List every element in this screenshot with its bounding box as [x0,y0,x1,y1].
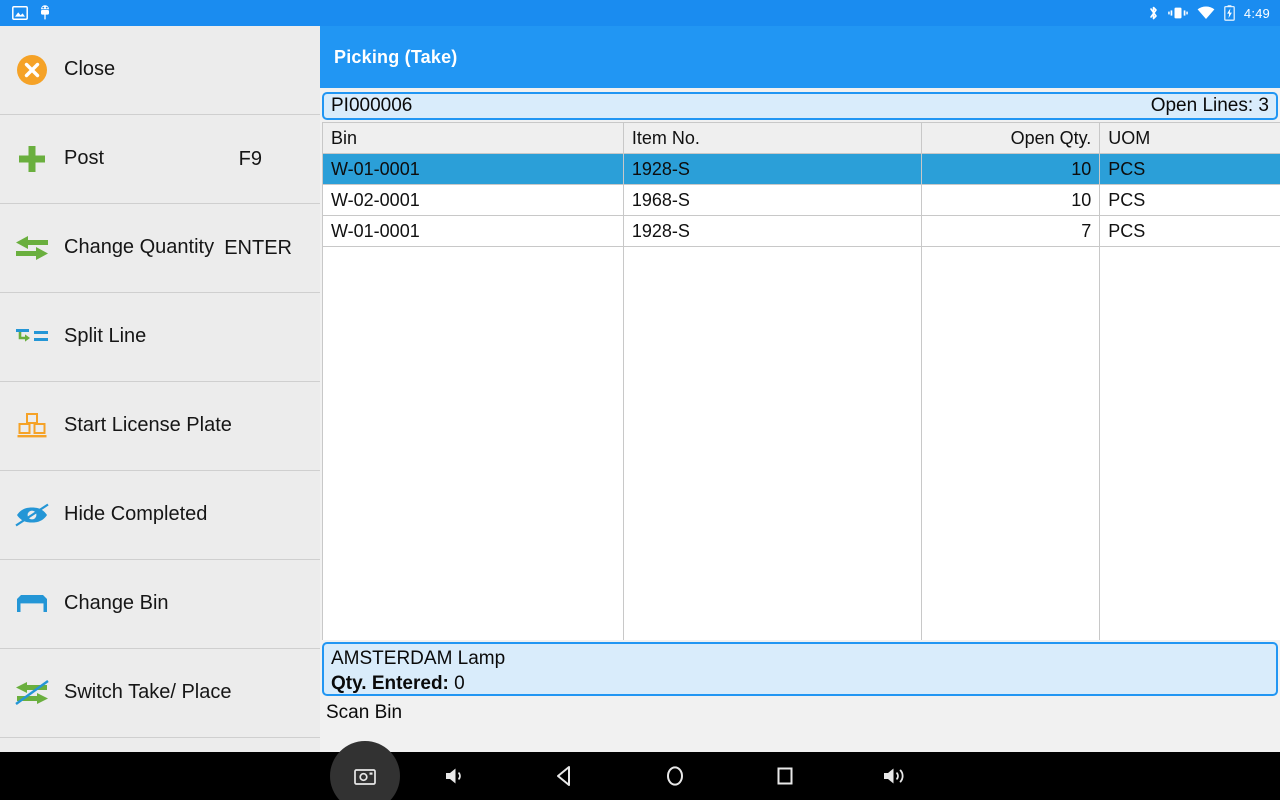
sidebar-item-change-quantity[interactable]: Change Quantity ENTER [0,204,320,293]
lines-table: Bin Item No. Open Qty. UOM W-01-0001 192… [323,123,1280,640]
plus-icon [10,137,54,181]
license-plate-icon [10,404,54,448]
status-bar-right-icons: 4:49 [1148,5,1280,21]
main-content: Picking (Take) PI000006 Open Lines: 3 Bi… [320,26,1280,752]
sidebar-item-start-license-plate[interactable]: Start License Plate [0,382,320,471]
sidebar-item-split-line[interactable]: Split Line [0,293,320,382]
sidebar-item-close[interactable]: Close [0,26,320,115]
sidebar-item-label: Start License Plate [64,414,232,437]
document-id-value: PI000006 [331,95,413,116]
app-bar: Picking (Take) [320,26,1280,88]
volume-down-icon[interactable] [400,752,510,800]
cell-open-qty: 10 [921,184,1101,216]
cell-item-no: 1928-S [623,215,923,247]
sidebar-item-label: Change Bin [64,592,169,615]
swap-horizontal-icon [10,226,54,270]
switch-take-place-icon [10,671,54,715]
item-description: AMSTERDAM Lamp [331,648,506,669]
android-debug-icon [38,5,52,21]
sidebar-item-label: Change Quantity [64,236,215,259]
item-info-panel: AMSTERDAM Lamp Qty. Entered: 0 [322,642,1278,696]
empty-cell [623,246,923,640]
column-header-open-qty[interactable]: Open Qty. [921,123,1101,154]
open-lines-label: Open Lines: 3 [1150,95,1269,116]
bluetooth-icon [1148,5,1159,21]
screenshot-icon [12,6,28,20]
qty-entered-label: Qty. Entered: [331,673,449,694]
column-header-bin[interactable]: Bin [323,123,624,154]
cell-uom: PCS [1099,153,1280,185]
sidebar-item-label: Post [64,147,105,170]
android-navigation-bar [0,741,1280,800]
eye-off-icon [10,493,54,537]
cell-item-no: 1928-S [623,153,923,185]
sidebar-item-shortcut: ENTER [224,236,292,259]
column-header-uom[interactable]: UOM [1099,123,1280,154]
app-root: 4:49 Close Post F9 Change Quantity ENTER [0,0,1280,800]
cell-bin: W-02-0001 [323,184,624,216]
status-bar-left-icons [0,5,52,21]
sidebar-item-label: Switch Take/ Place [64,681,232,704]
volume-up-icon[interactable] [840,752,950,800]
home-icon[interactable] [620,752,730,800]
bin-icon [10,582,54,626]
cell-uom: PCS [1099,184,1280,216]
table-empty-area [323,246,1280,640]
cell-open-qty: 7 [921,215,1101,247]
table-row[interactable]: W-01-0001 1928-S 10 PCS [323,153,1280,185]
close-circle-icon [10,48,54,92]
back-icon[interactable] [510,752,620,800]
cell-open-qty: 10 [921,153,1101,185]
empty-cell [921,246,1101,640]
empty-cell [323,246,624,640]
cell-bin: W-01-0001 [323,215,624,247]
qty-entered-value: 0 [454,673,465,694]
sidebar-item-switch-take-place[interactable]: Switch Take/ Place [0,649,320,738]
sidebar-item-label: Split Line [64,325,147,348]
sidebar-item-post[interactable]: Post F9 [0,115,320,204]
empty-cell [1099,246,1280,640]
sidebar-item-change-bin[interactable]: Change Bin [0,560,320,649]
cell-uom: PCS [1099,215,1280,247]
column-header-item-no[interactable]: Item No. [623,123,923,154]
sidebar-item-label: Close [64,58,116,81]
cell-item-no: 1968-S [623,184,923,216]
lines-table-container[interactable]: Bin Item No. Open Qty. UOM W-01-0001 192… [322,122,1280,640]
qty-entered-line: Qty. Entered: 0 [331,671,1269,696]
sidebar-item-label: Hide Completed [64,503,208,526]
recents-icon[interactable] [730,752,840,800]
android-status-bar: 4:49 [0,0,1280,26]
scan-prompt-label: Scan Bin [326,702,403,723]
page-title: Picking (Take) [334,46,458,67]
table-row[interactable]: W-01-0001 1928-S 7 PCS [323,215,1280,247]
cell-bin: W-01-0001 [323,153,624,185]
sidebar-item-shortcut: F9 [238,147,262,170]
vibrate-icon [1168,6,1188,20]
sidebar-item-hide-completed[interactable]: Hide Completed [0,471,320,560]
wifi-icon [1197,6,1215,20]
action-sidebar: Close Post F9 Change Quantity ENTER Spli… [0,26,320,752]
table-header-row: Bin Item No. Open Qty. UOM [323,123,1280,154]
battery-charging-icon [1224,5,1235,21]
status-bar-clock: 4:49 [1243,5,1270,21]
table-row[interactable]: W-02-0001 1968-S 10 PCS [323,184,1280,216]
document-id-field[interactable]: PI000006 Open Lines: 3 [322,92,1278,120]
split-line-icon [10,315,54,359]
